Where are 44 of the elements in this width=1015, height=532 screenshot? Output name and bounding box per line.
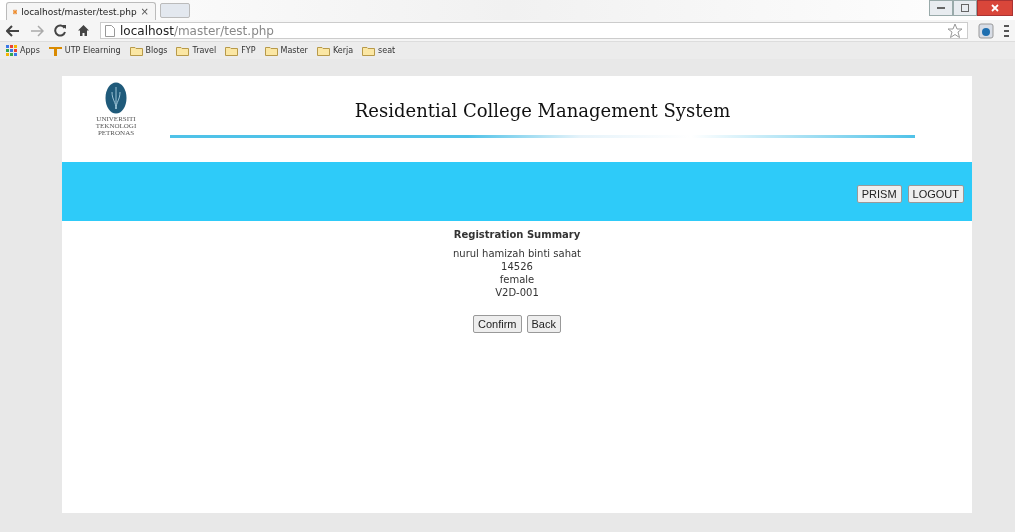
summary-value: V2D-001 (495, 286, 539, 299)
maximize-button[interactable] (953, 0, 977, 16)
action-button[interactable]: Confirm (473, 315, 522, 333)
back-icon[interactable] (6, 24, 20, 37)
close-button[interactable] (977, 0, 1013, 16)
summary-heading: Registration Summary (453, 229, 581, 240)
summary-value: female (499, 273, 535, 286)
star-icon[interactable] (947, 22, 963, 39)
folder-icon (129, 45, 143, 56)
extension-icon[interactable] (978, 22, 994, 39)
action-button[interactable]: Back (526, 315, 561, 333)
bookmark[interactable]: seat (362, 45, 396, 56)
summary-value: 14526 (501, 260, 533, 273)
folder-icon (176, 45, 190, 56)
address-bar[interactable]: localhost/master/test.php (100, 22, 968, 39)
maximize-icon (961, 4, 969, 12)
close-icon (991, 4, 999, 12)
menu-icon[interactable] (1004, 23, 1009, 38)
bookmark[interactable]: Kerja (316, 45, 354, 56)
folder-icon (362, 45, 376, 56)
bookmark[interactable]: Apps (6, 45, 40, 56)
bookmark[interactable]: Travel (176, 45, 217, 56)
apps-grid-icon (6, 45, 17, 56)
nav-button[interactable]: LOGOUT (907, 184, 964, 203)
nav-button[interactable]: PRISM (856, 184, 902, 203)
site-title: Residential College Management System (354, 100, 731, 121)
tab-close[interactable]: × (140, 6, 149, 17)
folder-icon (225, 45, 239, 56)
site-icon (48, 45, 62, 56)
tab-title: localhost/master/test.php (21, 6, 137, 17)
bookmark[interactable]: UTP Elearning (48, 45, 121, 56)
summary-value: nurul hamizah binti sahat (453, 247, 581, 260)
university-logo-icon (105, 82, 127, 114)
bookmark[interactable]: FYP (225, 45, 256, 56)
home-icon[interactable] (77, 24, 90, 37)
page-icon (105, 24, 115, 37)
bookmark[interactable]: Master (264, 45, 308, 56)
minimize-button[interactable] (929, 0, 953, 16)
folder-icon (316, 45, 330, 56)
bookmark[interactable]: Blogs (129, 45, 168, 56)
minimize-icon (937, 6, 945, 10)
browser-tab[interactable]: localhost/master/test.php × (6, 2, 156, 20)
folder-icon (264, 45, 278, 56)
reload-icon[interactable] (54, 24, 67, 37)
